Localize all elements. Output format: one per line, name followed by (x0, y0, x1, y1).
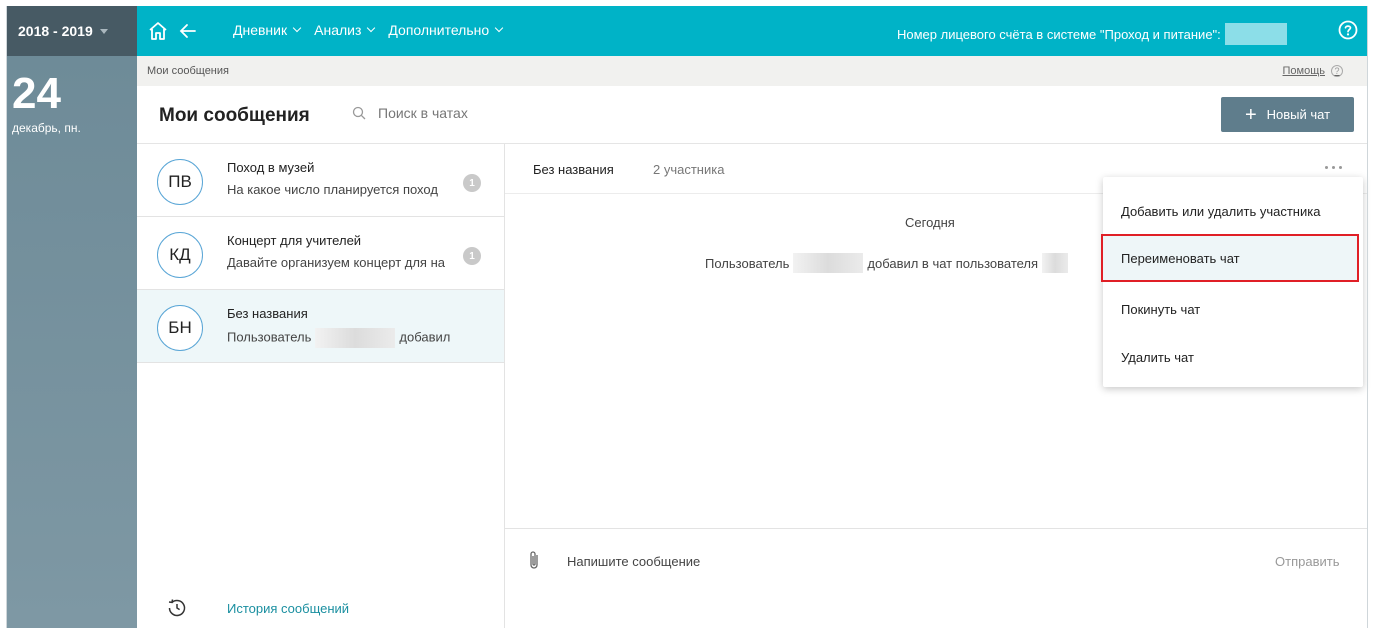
chat-name: Поход в музей (227, 160, 315, 175)
new-chat-label: Новый чат (1266, 107, 1331, 122)
date-panel: 24 декабрь, пн. (6, 56, 137, 628)
menu-item-manage-members[interactable]: Добавить или удалить участника (1103, 187, 1363, 235)
menu-item-leave-chat[interactable]: Покинуть чат (1103, 285, 1363, 333)
message-history-link[interactable]: История сообщений (165, 596, 349, 620)
chat-preview: Давайте организуем концерт для на (227, 255, 445, 270)
redacted-name (793, 253, 864, 273)
message-composer: Напишите сообщение Отправить (505, 528, 1367, 628)
year-selector[interactable]: 2018 - 2019 (6, 6, 137, 56)
chat-list: ПВ Поход в музей На какое число планируе… (137, 144, 505, 628)
help-link[interactable]: Помощь ? (1282, 65, 1343, 77)
menu-diary-label: Дневник (233, 22, 288, 38)
help-link-label: Помощь (1282, 65, 1326, 77)
top-navigation-bar: Дневник Анализ Дополнительно Номер лицев… (137, 6, 1367, 56)
account-number-redacted (1224, 23, 1287, 45)
new-chat-button[interactable]: + Новый чат (1221, 97, 1354, 132)
menu-additional[interactable]: Дополнительно (388, 22, 504, 38)
back-arrow-icon[interactable] (177, 20, 199, 42)
more-options-icon[interactable] (1325, 166, 1342, 169)
unread-badge: 1 (463, 247, 481, 265)
caret-down-icon (99, 28, 108, 34)
avatar: ПВ (157, 159, 203, 205)
date-divider: Сегодня (905, 215, 955, 230)
chat-preview: На какое число планируется поход (227, 182, 438, 197)
chat-preview: Пользователь добавил (227, 328, 463, 348)
breadcrumb: Мои сообщения Помощь ? (137, 56, 1367, 86)
menu-analysis[interactable]: Анализ (314, 22, 376, 38)
search-icon (352, 106, 366, 120)
chat-preview-text: добавил (399, 329, 451, 345)
chat-list-item[interactable]: ПВ Поход в музей На какое число планируе… (137, 144, 504, 217)
chat-name: Без названия (227, 306, 308, 321)
redacted-name (1042, 253, 1069, 273)
chat-options-menu: Добавить или удалить участника Переимено… (1101, 177, 1363, 387)
menu-item-delete-chat[interactable]: Удалить чат (1103, 333, 1363, 381)
year-label: 2018 - 2019 (18, 23, 93, 39)
account-number: Номер лицевого счёта в системе "Проход и… (897, 23, 1287, 45)
breadcrumb-current: Мои сообщения (147, 65, 229, 77)
home-icon[interactable] (147, 20, 169, 42)
chevron-down-icon (494, 23, 504, 33)
page-title: Мои сообщения (159, 105, 310, 126)
attach-icon[interactable] (527, 549, 541, 571)
chat-list-item[interactable]: КД Концерт для учителей Давайте организу… (137, 217, 504, 290)
chat-preview-text: Пользователь (227, 329, 312, 345)
account-number-label: Номер лицевого счёта в системе "Проход и… (897, 26, 1221, 42)
avatar: БН (157, 305, 203, 351)
question-icon: ? (1331, 65, 1343, 77)
menu-item-rename-chat[interactable]: Переименовать чат (1101, 234, 1359, 282)
unread-badge: 1 (463, 174, 481, 192)
main-menu: Дневник Анализ Дополнительно (233, 22, 516, 38)
system-message: Пользователь добавил в чат пользователя (705, 253, 1072, 273)
menu-analysis-label: Анализ (314, 22, 362, 38)
chat-members-count[interactable]: 2 участника (653, 162, 724, 177)
chat-list-item-active[interactable]: БН Без названия Пользователь добавил (137, 290, 504, 363)
avatar: КД (157, 232, 203, 278)
send-button[interactable]: Отправить (1275, 554, 1339, 569)
menu-diary[interactable]: Дневник (233, 22, 302, 38)
search-input[interactable]: Поиск в чатах (378, 105, 468, 121)
plus-icon: + (1244, 103, 1257, 126)
page-header: Мои сообщения Поиск в чатах + Новый чат (137, 86, 1367, 144)
chat-title[interactable]: Без названия (533, 162, 614, 177)
system-message-text: Пользователь (705, 255, 790, 271)
chevron-down-icon (367, 23, 376, 33)
search-chats[interactable]: Поиск в чатах (352, 105, 468, 121)
redacted-name (315, 328, 396, 348)
help-icon[interactable] (1337, 19, 1359, 41)
message-history-label: История сообщений (227, 600, 350, 616)
message-input[interactable]: Напишите сообщение (567, 554, 700, 569)
system-message-text: добавил в чат пользователя (867, 255, 1039, 271)
history-icon (168, 599, 186, 617)
current-month-weekday: декабрь, пн. (12, 121, 81, 135)
current-day: 24 (12, 69, 61, 118)
chevron-down-icon (292, 23, 302, 33)
chat-name: Концерт для учителей (227, 233, 362, 248)
menu-additional-label: Дополнительно (388, 22, 490, 38)
